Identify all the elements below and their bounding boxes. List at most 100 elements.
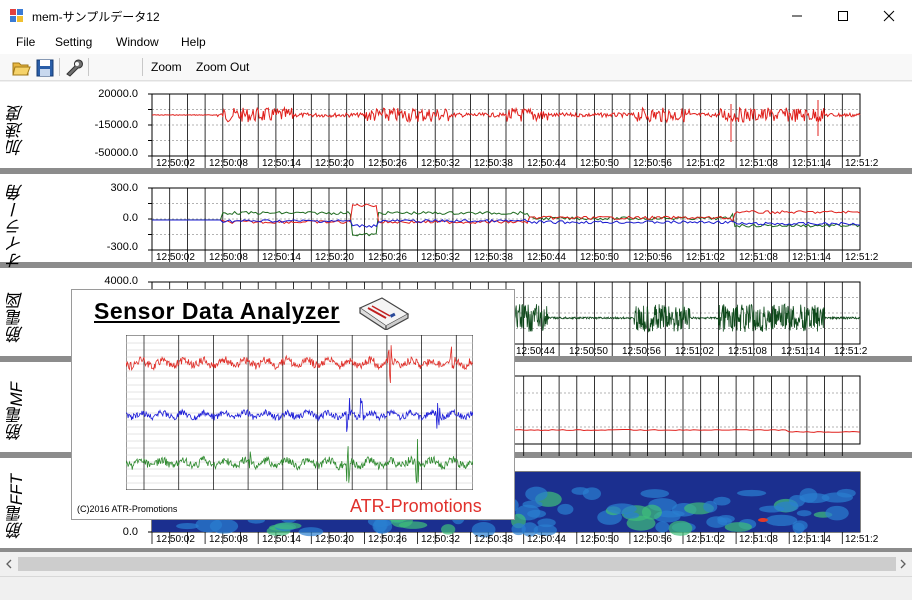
time-axis-label: 12:50:14	[262, 534, 301, 545]
y-tick-label: -50000.0	[94, 147, 138, 159]
time-axis-label: 12:51:14	[781, 346, 820, 357]
panel-label-emg: 筋電図	[6, 291, 26, 343]
fft-blob	[607, 503, 637, 515]
time-axis-label: 12:50:44	[527, 534, 566, 545]
y-tick-label: 0.0	[122, 526, 138, 538]
status-bar	[0, 576, 912, 600]
time-axis-label: 12:51:08	[739, 252, 778, 263]
fft-peak	[758, 518, 768, 522]
time-axis-label: 12:50:56	[622, 346, 661, 357]
time-axis-label: 12:50:38	[474, 158, 513, 169]
fft-blob	[640, 489, 670, 499]
settings-icon[interactable]	[63, 58, 83, 78]
save-icon[interactable]	[35, 58, 55, 78]
fft-blob	[765, 514, 798, 527]
time-axis-label: 12:50:20	[315, 158, 354, 169]
fft-blob	[176, 523, 199, 530]
time-axis-label: 12:50:56	[633, 252, 672, 263]
sensor-device-icon	[358, 297, 410, 330]
time-axis-label: 12:50:14	[262, 252, 301, 263]
horizontal-scrollbar[interactable]	[0, 554, 912, 574]
fft-blob	[511, 523, 526, 536]
time-axis-label: 12:50:32	[421, 158, 460, 169]
fft-blob	[737, 489, 767, 497]
time-axis-label: 12:51:2	[845, 158, 879, 169]
time-axis-label: 12:51:02	[675, 346, 714, 357]
time-axis-label: 12:50:32	[421, 534, 460, 545]
splash-copyright: (C)2016 ATR-Promotions	[77, 504, 178, 514]
toolbar-separator	[88, 58, 89, 76]
panel-label-acceleration: 加速度	[6, 104, 26, 156]
time-axis-label: 12:50:50	[580, 534, 619, 545]
time-axis-label: 12:50:20	[315, 534, 354, 545]
minimize-button[interactable]	[774, 0, 820, 31]
menu-bar: File Setting Window Help	[0, 31, 912, 54]
fft-blob	[274, 522, 302, 530]
time-axis-label: 12:50:44	[516, 346, 555, 357]
time-axis-label: 12:51:2	[845, 252, 879, 263]
time-axis-label: 12:51:02	[686, 534, 725, 545]
splash-waveform	[126, 335, 473, 490]
fft-blob	[655, 521, 670, 533]
time-axis-label: 12:50:50	[580, 252, 619, 263]
time-axis-label: 12:51:14	[792, 158, 831, 169]
scrollbar-thumb[interactable]	[18, 557, 896, 571]
time-axis-label: 12:51:08	[739, 534, 778, 545]
fft-blob	[799, 493, 830, 504]
time-axis-label: 12:50:26	[368, 158, 407, 169]
y-tick-label: 0.0	[122, 212, 138, 224]
time-axis-label: 12:50:56	[633, 534, 672, 545]
open-folder-icon[interactable]	[11, 58, 31, 78]
toolbar: Zoom Zoom Out	[0, 54, 912, 81]
time-axis-label: 12:50:02	[156, 252, 195, 263]
maximize-button[interactable]	[820, 0, 866, 31]
close-icon	[883, 10, 895, 21]
close-button[interactable]	[866, 0, 912, 31]
fft-blob	[825, 505, 849, 521]
splash-screen: Sensor Data Analyzer (C)2016 ATR-Promoti…	[71, 289, 515, 520]
zoom-button[interactable]: Zoom	[151, 60, 182, 74]
time-axis-label: 12:50:38	[474, 534, 513, 545]
y-tick-label: 20000.0	[98, 88, 138, 100]
toolbar-separator	[142, 58, 143, 76]
menu-file[interactable]: File	[16, 35, 35, 49]
time-axis-label: 12:50:50	[569, 346, 608, 357]
time-axis-label: 12:50:32	[421, 252, 460, 263]
time-axis-label: 12:51:2	[834, 346, 868, 357]
y-tick-label: 300.0	[110, 182, 138, 194]
maximize-icon	[838, 10, 848, 21]
fft-blob	[706, 516, 728, 528]
toolbar-separator	[59, 58, 60, 76]
fft-blob	[703, 500, 718, 513]
y-tick-label: -300.0	[106, 241, 138, 253]
panel-label-euler: オイラー角	[6, 183, 26, 269]
time-axis-label: 12:50:08	[209, 252, 248, 263]
time-axis-label: 12:50:02	[156, 534, 195, 545]
scroll-left-icon[interactable]	[4, 558, 14, 570]
time-axis-label: 12:51:2	[845, 534, 879, 545]
time-axis-label: 12:50:50	[580, 158, 619, 169]
fft-blob	[796, 510, 812, 517]
time-axis-label: 12:50:02	[156, 158, 195, 169]
window-title: mem-サンプルデータ12	[32, 10, 160, 24]
scroll-right-icon[interactable]	[898, 558, 908, 570]
fft-blob	[522, 500, 543, 509]
panel-label-emg-fft: 筋電FFT	[6, 474, 26, 540]
menu-setting[interactable]: Setting	[55, 35, 92, 49]
time-axis-label: 12:50:26	[368, 252, 407, 263]
y-tick-label: 4000.0	[104, 275, 138, 287]
menu-help[interactable]: Help	[181, 35, 206, 49]
time-axis-label: 12:51:14	[792, 534, 831, 545]
panel-divider	[0, 548, 912, 552]
y-tick-label: -15000.0	[94, 119, 138, 131]
fft-blob	[571, 487, 590, 495]
zoom-out-button[interactable]: Zoom Out	[196, 60, 249, 74]
splash-brand-logo: ATR-Promotions	[350, 496, 482, 516]
fft-blob	[792, 522, 805, 534]
time-axis-label: 12:51:08	[739, 158, 778, 169]
menu-window[interactable]: Window	[116, 35, 159, 49]
time-axis-label: 12:51:14	[792, 252, 831, 263]
time-axis-label: 12:50:38	[474, 252, 513, 263]
fft-blob	[557, 503, 574, 515]
time-axis-label: 12:50:08	[209, 534, 248, 545]
